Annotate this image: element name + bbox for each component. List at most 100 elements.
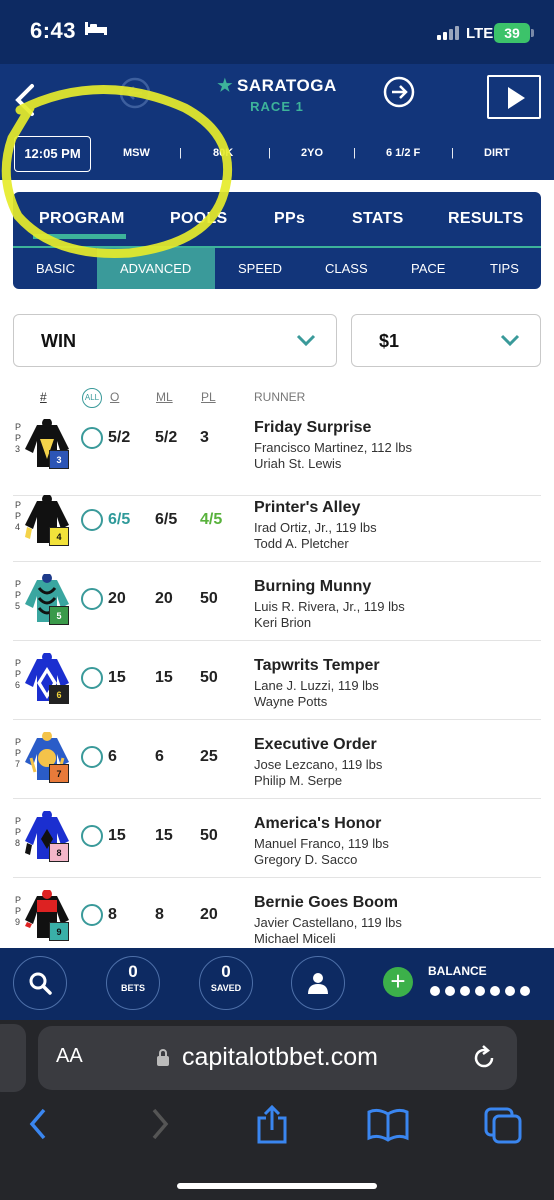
- morning-line: 8: [155, 906, 164, 923]
- horse-name: Printer's Alley: [254, 499, 361, 516]
- column-morning-line[interactable]: ML: [156, 390, 173, 404]
- subtab-tips[interactable]: TIPS: [490, 261, 519, 276]
- runner-row[interactable]: P P 8 8 15 15 50 America's Honor Manuel …: [13, 799, 541, 878]
- battery-icon: 39: [494, 23, 534, 43]
- select-runner-radio[interactable]: [81, 825, 103, 847]
- post-position: P P 8: [15, 816, 21, 848]
- trainer: Gregory D. Sacco: [254, 852, 358, 867]
- post-position: P P 7: [15, 737, 21, 769]
- jockey: Jose Lezcano, 119 lbs: [254, 757, 383, 772]
- horse-name: Tapwrits Temper: [254, 657, 380, 674]
- bet-type-value: WIN: [41, 331, 76, 351]
- trainer: Todd A. Pletcher: [254, 536, 349, 551]
- url-text: capitalotbbet.com: [182, 1043, 378, 1071]
- network-label: LTE: [466, 25, 494, 42]
- runner-row[interactable]: P P 5 5 20 20 50 Burning Munny Luis R. R…: [13, 562, 541, 641]
- race-distance: 6 1/2 F: [386, 147, 421, 159]
- subtab-pace[interactable]: PACE: [411, 261, 445, 276]
- subtab-basic[interactable]: BASIC: [36, 261, 75, 276]
- column-runner: RUNNER: [254, 390, 306, 404]
- odds: 8: [108, 906, 117, 923]
- sleep-mode-icon: [85, 22, 107, 35]
- reload-icon[interactable]: [470, 1044, 498, 1072]
- tab-pools[interactable]: POOLS: [170, 210, 228, 228]
- text-size-button[interactable]: AA: [56, 1045, 83, 1068]
- select-runner-radio[interactable]: [81, 904, 103, 926]
- column-projected[interactable]: PL: [201, 390, 216, 404]
- add-funds-button[interactable]: +: [383, 967, 413, 997]
- clock: 6:43: [30, 18, 77, 43]
- tab-pps[interactable]: PPs: [274, 210, 305, 228]
- tab-stats[interactable]: STATS: [352, 210, 404, 228]
- balance-label: BALANCE: [428, 964, 487, 978]
- subtab-speed[interactable]: SPEED: [238, 261, 282, 276]
- odds: 15: [108, 669, 126, 686]
- share-icon[interactable]: [254, 1104, 290, 1144]
- search-icon: [29, 972, 52, 995]
- morning-line: 6/5: [155, 511, 178, 528]
- address-bar[interactable]: AA capitalotbbet.com: [38, 1026, 517, 1090]
- column-odds[interactable]: O: [110, 390, 119, 404]
- runner-row[interactable]: P P 6 6 15 15 50 Tapwrits Temper Lane J.…: [13, 641, 541, 720]
- browser-back-icon[interactable]: [26, 1104, 52, 1144]
- tabs-icon[interactable]: [482, 1104, 524, 1144]
- morning-line: 20: [155, 590, 173, 607]
- select-runner-radio[interactable]: [81, 427, 103, 449]
- home-indicator: [177, 1183, 377, 1189]
- column-number[interactable]: #: [40, 390, 47, 404]
- next-race-icon[interactable]: [382, 75, 416, 109]
- separator: |: [179, 147, 182, 159]
- jockey: Irad Ortiz, Jr., 119 lbs: [254, 520, 377, 535]
- video-play-button[interactable]: [487, 75, 541, 119]
- horse-name: Executive Order: [254, 736, 377, 753]
- select-runner-radio[interactable]: [81, 667, 103, 689]
- odds: 6/5: [108, 511, 131, 528]
- previous-tab-preview[interactable]: [0, 1024, 26, 1092]
- track-name: SARATOGA: [237, 76, 337, 95]
- jockey: Francisco Martinez, 112 lbs: [254, 440, 412, 455]
- program-number: 3: [49, 450, 69, 469]
- select-all-button[interactable]: ALL: [82, 388, 102, 408]
- odds: 20: [108, 590, 126, 607]
- odds: 5/2: [108, 429, 131, 446]
- subtab-advanced[interactable]: ADVANCED: [120, 261, 191, 276]
- bets-label: BETS: [120, 983, 145, 993]
- favorite-star-icon[interactable]: ★: [217, 76, 233, 95]
- runner-row[interactable]: P P 4 4 6/5 6/5 4/5 Printer's Alley Irad…: [13, 483, 541, 562]
- race-surface: DIRT: [484, 147, 510, 159]
- trainer: Michael Miceli: [254, 931, 336, 946]
- projected-odds: 50: [200, 669, 218, 686]
- bet-amount-select[interactable]: $1: [351, 314, 541, 367]
- bets-button[interactable]: 0 BETS: [106, 956, 160, 1010]
- app: 6:43 LTE 39 ★ SARATOGA RACE 1 12:05 PM MS…: [0, 0, 554, 1200]
- morning-line: 6: [155, 748, 164, 765]
- search-button[interactable]: [13, 956, 67, 1010]
- race-purse: 80K: [213, 147, 234, 159]
- saved-label: SAVED: [210, 983, 242, 993]
- account-button[interactable]: [291, 956, 345, 1010]
- trainer: Uriah St. Lewis: [254, 456, 342, 471]
- runner-row[interactable]: P P 9 9 8 8 20 Bernie Goes Boom Javier C…: [13, 878, 541, 947]
- trainer: Philip M. Serpe: [254, 773, 343, 788]
- bet-type-select[interactable]: WIN: [13, 314, 337, 367]
- tab-program[interactable]: PROGRAM: [39, 210, 125, 228]
- runner-row[interactable]: P P 7 7 6 6 25 Executive Order Jose Lezc…: [13, 720, 541, 799]
- select-all-label: ALL: [84, 393, 100, 402]
- odds: 6: [108, 748, 117, 765]
- projected-odds: 20: [200, 906, 218, 923]
- subtab-class[interactable]: CLASS: [325, 261, 368, 276]
- select-runner-radio[interactable]: [81, 509, 103, 531]
- horse-name: America's Honor: [254, 815, 382, 832]
- lock-icon: [157, 1049, 169, 1066]
- morning-line: 15: [155, 827, 173, 844]
- browser-forward-icon[interactable]: [146, 1104, 172, 1144]
- select-runner-radio[interactable]: [81, 746, 103, 768]
- saved-button[interactable]: 0 SAVED: [199, 956, 253, 1010]
- runner-list: P P 3 3 5/2 5/2 3 Friday Surprise Franci…: [13, 417, 541, 947]
- tab-results[interactable]: RESULTS: [448, 210, 524, 228]
- trainer: Keri Brion: [254, 615, 312, 630]
- separator: |: [451, 147, 454, 159]
- select-runner-radio[interactable]: [81, 588, 103, 610]
- status-bar: 6:43 LTE 39: [0, 0, 554, 64]
- bookmarks-icon[interactable]: [366, 1104, 410, 1144]
